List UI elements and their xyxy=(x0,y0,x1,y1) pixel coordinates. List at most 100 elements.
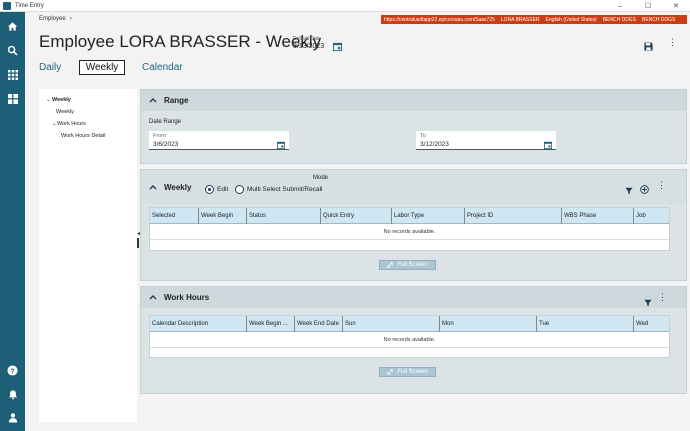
home-icon[interactable] xyxy=(6,20,19,33)
from-value: 3/6/2023 xyxy=(153,141,179,148)
range-panel-title: Range xyxy=(164,96,189,105)
breadcrumb-employee[interactable]: Employee xyxy=(39,16,66,22)
maximize-button[interactable]: ☐ xyxy=(634,0,662,12)
panel-splitter[interactable] xyxy=(137,238,139,248)
work-hours-grid: Calendar Description Week Begin ... Week… xyxy=(149,315,670,358)
minimize-button[interactable]: – xyxy=(606,0,634,12)
window-controls: – ☐ ✕ xyxy=(606,0,690,12)
range-panel-header[interactable]: Range xyxy=(141,90,686,111)
work-hours-panel: Work Hours ⋮ Calendar Description Week B… xyxy=(140,286,687,394)
more-icon[interactable]: ⋮ xyxy=(658,293,667,302)
col-quick-entry[interactable]: Quick Entry xyxy=(321,208,392,224)
col-tue[interactable]: Tue xyxy=(537,316,634,332)
calendar-icon[interactable] xyxy=(544,136,552,149)
env-language: English (United States) xyxy=(545,16,597,23)
window-titlebar: Time Entry – ☐ ✕ xyxy=(0,0,690,12)
calendar-icon[interactable] xyxy=(277,136,285,149)
help-icon[interactable]: ? xyxy=(6,364,19,377)
app-icon xyxy=(3,1,11,10)
mode-multi-radio[interactable]: Multi Select Submit/Recall xyxy=(235,185,323,194)
to-label: To xyxy=(420,133,426,139)
expand-icon xyxy=(387,262,393,268)
weekly-panel-title: Weekly xyxy=(164,182,192,192)
tree-item-weekly[interactable]: Weekly xyxy=(56,109,74,115)
work-hours-empty-message: No records available. xyxy=(150,332,669,348)
tab-calendar[interactable]: Calendar xyxy=(142,62,183,73)
range-panel: Range Date Range From 3/6/2023 To 3/12/2… xyxy=(140,89,687,164)
tab-daily[interactable]: Daily xyxy=(39,62,61,73)
tree-toggle-work-hours[interactable]: ⌄ xyxy=(52,121,57,127)
search-icon[interactable] xyxy=(6,44,19,57)
col-week-begin[interactable]: Week Begin xyxy=(199,208,247,224)
from-label: From xyxy=(153,133,166,139)
col-status[interactable]: Status xyxy=(247,208,321,224)
radio-unselected-icon xyxy=(235,185,244,194)
default-date-label: Default Date xyxy=(293,36,321,42)
to-date-field[interactable]: To 3/12/2023 xyxy=(416,131,556,150)
mode-multi-label: Multi Select Submit/Recall xyxy=(247,186,323,193)
col-job[interactable]: Job xyxy=(634,208,669,224)
col-sun[interactable]: Sun xyxy=(343,316,440,332)
breadcrumb: Employee › xyxy=(39,16,72,22)
col-week-begin[interactable]: Week Begin ... xyxy=(247,316,295,332)
work-hours-panel-header[interactable]: Work Hours xyxy=(141,287,686,308)
add-icon[interactable] xyxy=(640,181,649,194)
col-project-id[interactable]: Project ID xyxy=(465,208,562,224)
mode-edit-radio[interactable]: Edit xyxy=(205,185,228,194)
env-user: LORA BRASSER xyxy=(500,16,540,23)
radio-selected-icon xyxy=(205,185,214,194)
close-button[interactable]: ✕ xyxy=(662,0,690,12)
weekly-grid: Selected Week Begin Status Quick Entry L… xyxy=(149,207,670,251)
work-hours-fullscreen-label: Full Screen xyxy=(397,369,428,375)
weekly-panel: Weekly Mode Edit Multi Select Submit/Rec… xyxy=(140,169,687,281)
bell-icon[interactable] xyxy=(6,388,19,401)
tree-toggle-weekly[interactable]: ⌄ xyxy=(46,97,51,103)
weekly-grid-header: Selected Week Begin Status Quick Entry L… xyxy=(150,208,669,224)
tab-weekly[interactable]: Weekly xyxy=(79,60,125,75)
breadcrumb-separator: › xyxy=(69,16,72,22)
window-title: Time Entry xyxy=(15,2,44,9)
save-icon[interactable] xyxy=(644,38,653,51)
to-value: 3/12/2023 xyxy=(420,141,449,148)
col-wed[interactable]: Wed xyxy=(634,316,669,332)
col-mon[interactable]: Mon xyxy=(440,316,537,332)
col-calendar-description[interactable]: Calendar Description xyxy=(150,316,247,332)
col-selected[interactable]: Selected xyxy=(150,208,199,224)
dashboard-icon[interactable] xyxy=(6,92,19,105)
mode-edit-label: Edit xyxy=(217,186,229,193)
from-date-field[interactable]: From 3/6/2023 xyxy=(149,131,289,150)
filter-icon[interactable] xyxy=(625,182,633,195)
section-tree: ⌄ Weekly Weekly ⌄ Work Hours Work Hours … xyxy=(39,89,137,422)
environment-url-bar: https://centralusdtapp22.epicorsaas.com/… xyxy=(381,15,687,24)
chevron-up-icon[interactable] xyxy=(149,183,157,192)
apps-icon[interactable] xyxy=(6,68,19,81)
chevron-up-icon[interactable] xyxy=(149,96,157,105)
tree-item-work-hours-detail[interactable]: Work Hours Detail xyxy=(61,133,106,139)
nav-sidebar: ? xyxy=(0,12,25,431)
col-week-end-date[interactable]: Week End Date xyxy=(295,316,343,332)
main-content: Employee › https://centralusdtapp22.epic… xyxy=(25,12,690,431)
col-labor-type[interactable]: Labor Type xyxy=(392,208,465,224)
env-company: BENCH DDGS xyxy=(602,16,637,23)
tree-item-work-hours[interactable]: Work Hours xyxy=(57,121,86,127)
env-url: https://centralusdtapp22.epicorsaas.com/… xyxy=(384,16,495,23)
filter-icon[interactable] xyxy=(644,294,652,307)
expand-icon xyxy=(387,369,393,375)
weekly-grid-footer xyxy=(150,240,669,249)
date-range-label: Date Range xyxy=(149,119,182,125)
weekly-fullscreen-label: Full Screen xyxy=(397,262,428,268)
work-hours-panel-title: Work Hours xyxy=(164,293,210,302)
weekly-fullscreen-button[interactable]: Full Screen xyxy=(379,260,436,270)
more-icon[interactable]: ⋮ xyxy=(657,181,666,190)
work-hours-grid-footer xyxy=(150,348,669,357)
work-hours-fullscreen-button[interactable]: Full Screen xyxy=(379,367,436,377)
env-site: BENCH DDGS xyxy=(642,16,676,23)
calendar-icon[interactable] xyxy=(333,38,342,51)
more-icon[interactable]: ⋮ xyxy=(668,37,677,48)
weekly-empty-message: No records available. xyxy=(150,224,669,240)
col-wbs-phase[interactable]: WBS Phase xyxy=(562,208,634,224)
user-icon[interactable] xyxy=(6,411,19,424)
tree-item-weekly-root[interactable]: Weekly xyxy=(52,97,71,103)
chevron-up-icon[interactable] xyxy=(149,293,157,302)
mode-label: Mode xyxy=(313,175,329,181)
